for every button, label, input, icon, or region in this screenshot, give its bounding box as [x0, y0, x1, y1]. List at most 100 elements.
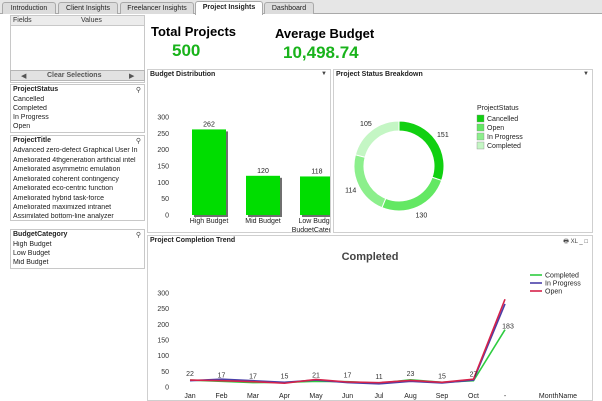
- list-item[interactable]: In Progress: [13, 114, 143, 121]
- donut-slice: [381, 176, 443, 212]
- y-tick-label: 50: [161, 369, 169, 376]
- list-item[interactable]: Ameliorated maximized intranet: [13, 204, 143, 211]
- bar: [300, 176, 330, 215]
- tab-label: Freelancer Insights: [127, 5, 187, 12]
- x-tick-label: Low Budget: [299, 218, 330, 225]
- line-data-label: 21: [312, 372, 320, 379]
- total-projects-label: Total Projects: [151, 24, 237, 39]
- line-data-label: 17: [249, 374, 257, 381]
- y-tick-label: 200: [157, 147, 169, 154]
- legend-swatch: [476, 123, 485, 132]
- panel-title: Budget Distribution: [150, 71, 216, 78]
- line-data-label: 15: [281, 373, 289, 380]
- line-data-label: 15: [438, 373, 446, 380]
- legend-label: Completed: [545, 273, 579, 280]
- list-item[interactable]: Ameliorated asymmetric emulation: [13, 166, 143, 173]
- clear-selections-bar: ◀ Clear Selections ▶: [10, 70, 145, 81]
- status-donut-chart: 151 130 114 105 ProjectStatus Cancelled Open In…: [345, 105, 523, 220]
- bar-data-label: 262: [203, 121, 215, 128]
- y-tick-label: 150: [157, 164, 169, 171]
- average-budget-value: 10,498.74: [283, 43, 359, 62]
- clear-selections-button[interactable]: Clear Selections: [47, 72, 101, 79]
- listbox-title: ProjectTitle: [13, 137, 51, 144]
- legend-swatch: [476, 141, 485, 150]
- list-item[interactable]: High Budget: [13, 241, 143, 248]
- x-tick-label: High Budget: [190, 218, 229, 225]
- tab-project-insights[interactable]: Project Insights: [195, 1, 263, 15]
- x-tick-label: Jun: [342, 393, 353, 400]
- x-tick-label: Jul: [375, 393, 384, 400]
- legend-label: In Progress: [487, 134, 523, 141]
- x-axis-label: MonthName: [539, 393, 577, 400]
- legend-label: Open: [545, 289, 562, 296]
- values-column-header: Values: [81, 17, 102, 24]
- chevron-down-icon[interactable]: ▼: [321, 71, 327, 77]
- search-icon[interactable]: ⚲: [136, 137, 141, 145]
- bar: [192, 129, 226, 215]
- line-data-label: 183: [502, 324, 514, 331]
- list-item[interactable]: Cancelled: [13, 96, 143, 103]
- list-item[interactable]: Advanced zero-defect Graphical User In: [13, 147, 143, 154]
- legend-title: ProjectStatus: [477, 105, 519, 112]
- list-item[interactable]: Ameliorated eco-centric function: [13, 185, 143, 192]
- list-item[interactable]: Low Budget: [13, 250, 143, 257]
- x-tick-label: Apr: [279, 393, 291, 400]
- list-item[interactable]: Open: [13, 123, 143, 130]
- y-tick-label: 0: [165, 385, 169, 392]
- slice-data-label: 105: [360, 121, 372, 128]
- donut-slice: [353, 154, 387, 209]
- y-tick-label: 250: [157, 306, 169, 313]
- sheet-tab-bar: Introduction Client Insights Freelancer …: [0, 0, 602, 15]
- series-line: [189, 298, 506, 385]
- scroll-left-icon[interactable]: ◀: [21, 72, 26, 80]
- legend-label: Completed: [487, 143, 521, 150]
- line-data-label: 17: [344, 373, 352, 380]
- list-item[interactable]: Assimilated bottom-line analyzer: [13, 213, 143, 220]
- list-item[interactable]: Ameliorated 4thgeneration artificial int…: [13, 157, 143, 164]
- chevron-down-icon[interactable]: ▼: [583, 71, 589, 77]
- line-data-label: 17: [218, 372, 226, 379]
- tab-introduction[interactable]: Introduction: [2, 2, 56, 14]
- search-icon[interactable]: ⚲: [136, 86, 141, 94]
- list-item[interactable]: Ameliorated hybrid task-force: [13, 195, 143, 202]
- status-breakdown-panel: Project Status Breakdown ▼ 151 130 114 105 P…: [333, 69, 593, 233]
- listbox-project-status: ProjectStatus ⚲ Cancelled Completed In P…: [10, 84, 145, 133]
- legend-swatch: [476, 132, 485, 141]
- listbox-budget-category: BudgetCategory ⚲ High Budget Low Budget …: [10, 229, 145, 269]
- tab-label: Introduction: [10, 5, 48, 12]
- search-icon[interactable]: ⚲: [136, 231, 141, 239]
- panel-controls-icon[interactable]: 🖶 XL _ □: [563, 237, 588, 247]
- slice-data-label: 114: [345, 188, 356, 195]
- tab-label: Client Insights: [66, 5, 110, 12]
- x-tick-label: Aug: [404, 393, 417, 400]
- x-tick-label: Feb: [215, 393, 227, 400]
- panel-title: Project Completion Trend: [150, 237, 236, 244]
- bar-data-label: 120: [257, 168, 269, 175]
- donut-slice: [398, 120, 445, 182]
- x-tick-label: Sep: [436, 393, 449, 400]
- tab-dashboard[interactable]: Dashboard: [264, 2, 314, 14]
- line-data-label: 11: [375, 374, 382, 381]
- chart-title: Completed: [342, 251, 399, 263]
- y-tick-label: 150: [157, 338, 169, 345]
- tab-freelancer-insights[interactable]: Freelancer Insights: [120, 2, 194, 14]
- y-tick-label: 100: [157, 353, 169, 360]
- y-tick-label: 200: [157, 322, 169, 329]
- bar: [246, 175, 280, 215]
- x-tick-label: Mar: [247, 393, 260, 400]
- y-tick-label: 300: [157, 115, 169, 122]
- list-item[interactable]: Ameliorated coherent contingency: [13, 176, 143, 183]
- scroll-right-icon[interactable]: ▶: [129, 72, 134, 80]
- total-projects-value: 500: [172, 41, 201, 60]
- tab-label: Project Insights: [202, 4, 256, 11]
- line-data-label: 22: [186, 371, 194, 378]
- tab-client-insights[interactable]: Client Insights: [58, 2, 118, 14]
- y-tick-label: 250: [157, 131, 169, 138]
- list-item[interactable]: Mid Budget: [13, 259, 143, 266]
- legend-swatch: [476, 114, 485, 123]
- line-data-label: 27: [470, 372, 478, 379]
- list-item[interactable]: Completed: [13, 105, 143, 112]
- legend-label: In Progress: [545, 281, 581, 288]
- y-tick-label: 100: [157, 180, 169, 187]
- legend-label: Cancelled: [487, 116, 518, 123]
